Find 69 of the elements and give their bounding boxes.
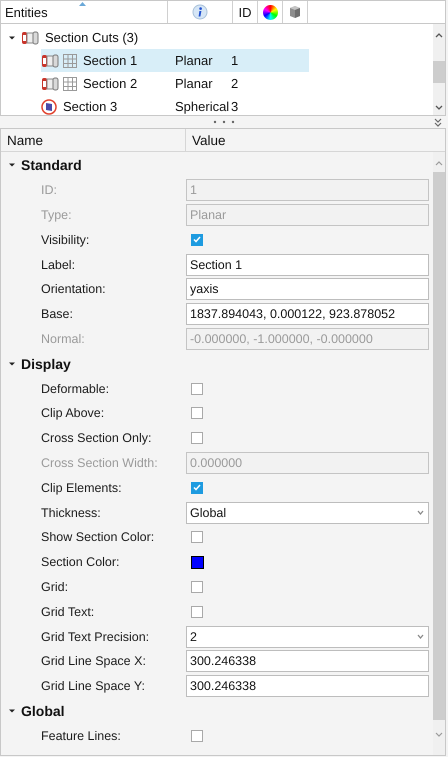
property-label: Section Color: — [41, 555, 121, 570]
checkbox[interactable] — [191, 234, 203, 246]
expand-arrow-icon[interactable] — [9, 162, 15, 168]
tree-item[interactable]: Section 1 Planar 1 — [41, 49, 309, 72]
column-header[interactable]: Entities — [5, 4, 48, 20]
group-header[interactable]: Standard — [21, 157, 82, 174]
property-label: Clip Above: — [41, 406, 106, 420]
color-wheel-icon[interactable] — [262, 4, 278, 20]
group-header[interactable]: Global — [21, 702, 65, 719]
tree-item[interactable]: Section 2 Planar 2 — [41, 72, 309, 95]
property-label: Label: — [41, 258, 76, 272]
value-field[interactable]: yaxis — [186, 278, 429, 300]
property-label: Deformable: — [41, 382, 110, 396]
checkbox[interactable] — [191, 531, 203, 544]
checkbox[interactable] — [191, 730, 203, 742]
cube-icon[interactable] — [288, 5, 302, 19]
double-chevron-icon[interactable] — [434, 118, 442, 127]
property-label: Grid Text: — [41, 604, 96, 619]
property-label: Grid Line Space X: — [41, 654, 147, 668]
property-label: Feature Lines: — [41, 728, 122, 743]
property-label: Show Section Color: — [41, 530, 156, 544]
property-label: Grid Text Precision: — [41, 630, 150, 644]
dropdown[interactable]: Global — [186, 502, 429, 524]
expand-arrow-icon[interactable] — [9, 34, 15, 40]
expand-arrow-icon[interactable] — [9, 708, 15, 714]
property-label: Cross Section Only: — [41, 431, 152, 446]
column-header[interactable]: Name — [7, 132, 44, 148]
grid-icon — [63, 54, 77, 68]
dropdown-caret-icon — [417, 510, 424, 516]
checkbox[interactable] — [191, 580, 203, 593]
expand-arrow-icon[interactable] — [9, 360, 15, 367]
checkbox[interactable] — [191, 382, 203, 395]
tree-item[interactable]: Section 3 Spherical 3 — [41, 95, 309, 118]
property-label: Grid: — [41, 580, 70, 594]
scroll-up-icon[interactable] — [435, 32, 443, 38]
property-label: Clip Elements: — [41, 480, 123, 495]
column-header[interactable]: Value — [192, 132, 226, 148]
property-label: Orientation: — [41, 282, 107, 296]
dropdown[interactable]: 2 — [186, 626, 429, 648]
value-field[interactable]: 1837.894043, 0.000122, 923.878052 — [186, 303, 429, 326]
splitter-handle[interactable] — [213, 120, 235, 124]
group-header[interactable]: Display — [21, 356, 71, 372]
section-cut-icon — [41, 52, 59, 68]
info-icon[interactable] — [192, 4, 208, 20]
tree-folder[interactable]: Section Cuts (3) — [45, 30, 138, 45]
dropdown-caret-icon — [417, 634, 424, 640]
value-field[interactable]: Section 1 — [186, 254, 429, 276]
checkbox[interactable] — [191, 606, 203, 618]
scroll-thumb[interactable] — [433, 60, 445, 82]
property-label: Thickness: — [41, 506, 102, 520]
property-label: Type: — [41, 208, 73, 222]
section-cut-icon — [41, 76, 59, 92]
property-label: Normal: — [41, 332, 86, 346]
column-header[interactable]: ID — [238, 4, 252, 20]
property-label: ID: — [41, 183, 58, 198]
grid-icon — [63, 76, 77, 90]
value-field[interactable]: 300.246338 — [186, 675, 429, 698]
scroll-down-icon[interactable] — [435, 105, 443, 111]
section-cut-icon — [21, 30, 39, 46]
property-label: Grid Line Space Y: — [41, 679, 146, 694]
checkbox[interactable] — [191, 432, 203, 444]
checkbox[interactable] — [191, 407, 203, 420]
property-label: Visibility: — [41, 232, 90, 247]
color-swatch[interactable] — [191, 556, 204, 569]
property-label: Cross Section Width: — [41, 456, 159, 470]
value-field[interactable]: 300.246338 — [186, 650, 429, 672]
property-label: Base: — [41, 307, 74, 322]
scrollbar[interactable] — [433, 24, 445, 115]
checkbox[interactable] — [191, 482, 203, 494]
